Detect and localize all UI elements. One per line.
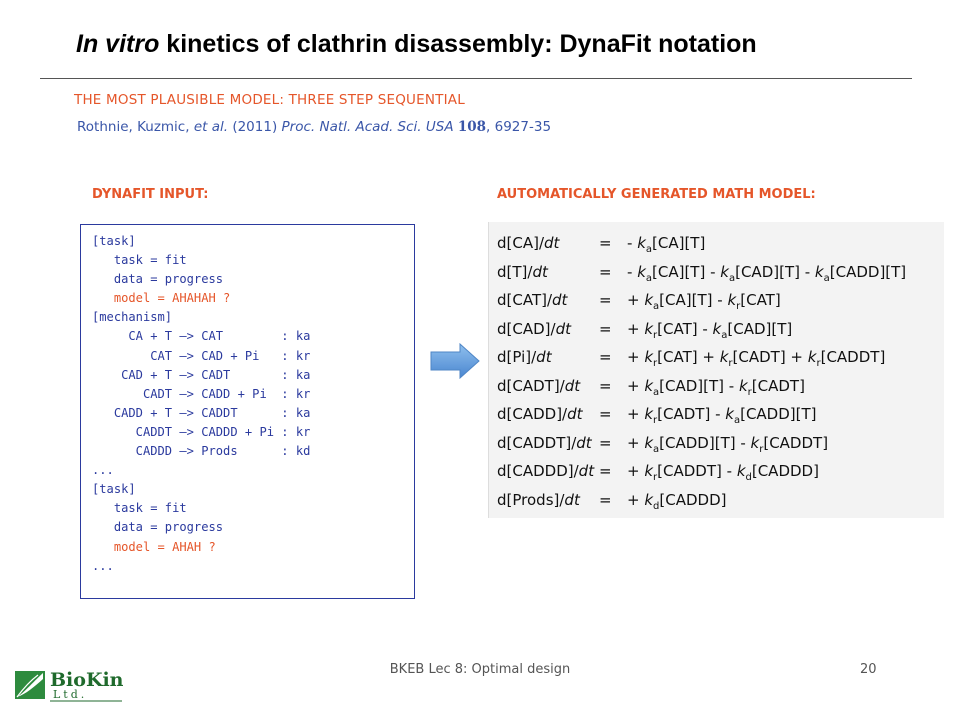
script-line: model = AHAH ? [92,539,216,554]
equals-sign: = [599,234,612,252]
citation-volume: 108 [457,119,487,135]
equation-lhs: d[CADD]/dt [497,405,583,423]
script-line: CADDD —> Prods : kd [92,444,311,459]
equation-rhs: + ka[CAD][T] - kr[CADT] [627,376,805,398]
citation-journal: Proc. Natl. Acad. Sci. USA [281,119,454,135]
citation: Rothnie, Kuzmic, et al. (2011) Proc. Nat… [77,119,551,135]
slide-title: In vitro kinetics of clathrin disassembl… [76,30,757,59]
equation-rhs: + kr[CAT] - ka[CAD][T] [627,319,793,341]
equals-sign: = [599,462,612,480]
equals-sign: = [599,319,612,338]
equation-lhs: d[CADT]/dt [497,376,581,395]
equation-rhs: + kd[CADDD] [627,490,727,512]
math-model-heading: AUTOMATICALLY GENERATED MATH MODEL: [497,187,816,202]
script-line: task = fit [92,253,187,268]
script-line: task = fit [92,501,187,516]
citation-authors: Rothnie, Kuzmic, [77,119,194,135]
script-line: CAD + T —> CADT : ka [92,367,311,382]
equals-sign: = [599,376,612,395]
math-model-panel: d[CA]/dt = - ka[CA][T] d[T]/dt = - ka[CA][T] … [488,222,944,518]
script-line: data = progress [92,272,224,287]
model-subtitle: THE MOST PLAUSIBLE MODEL: THREE STEP SEQ… [74,92,465,108]
script-line: ... [92,463,114,478]
equals-sign: = [599,348,612,366]
dynafit-script: [task] task = fit data = progress model … [92,232,310,576]
script-line: model = AHAHAH ? [92,291,231,306]
script-line: CAT —> CAD + Pi : kr [92,348,311,363]
script-line: CA + T —> CAT : ka [92,329,311,344]
script-line: CADD + T —> CADDT : ka [92,405,311,420]
equation-rhs: + kr[CADT] - ka[CADD][T] [627,405,817,426]
equation-lhs: d[CADDD]/dt [497,462,595,480]
equation-lhs: d[CAT]/dt [497,291,568,309]
title-rest: kinetics of clathrin disassembly: DynaFi… [159,30,757,58]
equation-rhs: - ka[CA][T] - ka[CAD][T] - ka[CADD][T] [627,262,907,284]
equation-rhs: + ka[CADD][T] - kr[CADDT] [627,433,829,455]
citation-etal: et al. [193,119,229,135]
equals-sign: = [599,490,612,509]
equation-lhs: d[CADDT]/dt [497,433,592,452]
right-arrow-icon [430,343,480,379]
script-line: CADT —> CADD + Pi : kr [92,386,311,401]
equation-rhs: - ka[CA][T] [627,234,706,255]
title-italic: In vitro [76,30,160,58]
equals-sign: = [599,291,612,309]
script-line: ... [92,558,114,573]
equation-lhs: d[Pi]/dt [497,348,552,366]
equation-lhs: d[CA]/dt [497,234,560,252]
script-line: [task] [92,234,136,248]
page-number: 20 [860,662,877,677]
equation-rhs: + ka[CA][T] - kr[CAT] [627,291,781,312]
title-divider [40,78,912,79]
citation-pages: , 6927-35 [486,119,552,135]
equation-lhs: d[T]/dt [497,262,548,281]
script-line: CADDT —> CADDD + Pi : kr [92,424,311,439]
equals-sign: = [599,405,612,423]
citation-year: (2011) [228,119,282,135]
equals-sign: = [599,433,612,452]
equation-rhs: + kr[CAT] + kr[CADT] + kr[CADDT] [627,348,886,369]
equation-rhs: + kr[CADDT] - kd[CADDD] [627,462,819,483]
equation-lhs: d[CAD]/dt [497,319,571,338]
footer-course: BKEB Lec 8: Optimal design [389,662,571,677]
script-line: [mechanism] [92,310,173,325]
logo-subtitle: Ltd. [53,688,88,701]
script-line: [task] [92,482,136,497]
input-heading: DYNAFIT INPUT: [92,187,209,202]
equals-sign: = [599,262,612,281]
dynafit-input-box: [task] task = fit data = progress model … [80,224,415,599]
script-line: data = progress [92,520,224,535]
equation-lhs: d[Prods]/dt [497,490,580,509]
